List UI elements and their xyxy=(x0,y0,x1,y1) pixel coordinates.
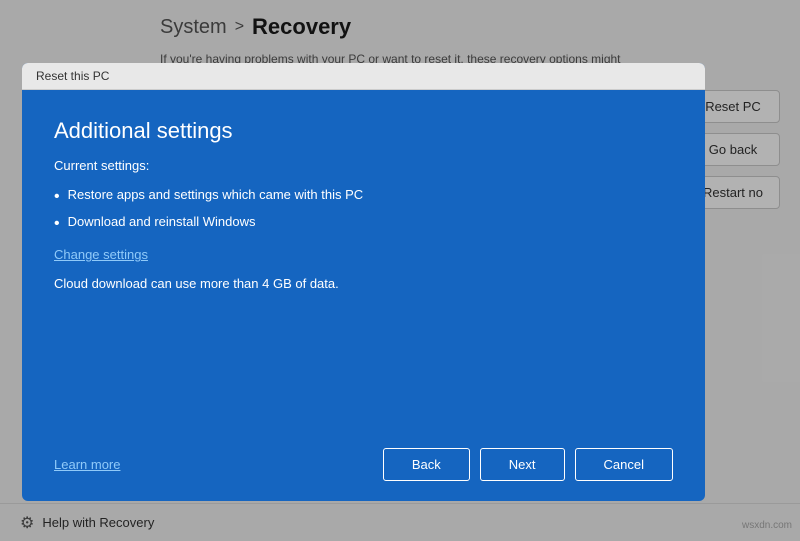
list-item-download: Download and reinstall Windows xyxy=(54,214,673,233)
dialog-titlebar: Reset this PC xyxy=(22,63,705,90)
dialog-title: Additional settings xyxy=(54,118,673,144)
cancel-button[interactable]: Cancel xyxy=(575,448,673,481)
list-item-download-text: Download and reinstall Windows xyxy=(68,214,256,229)
change-settings-link[interactable]: Change settings xyxy=(54,247,673,262)
list-item-restore: Restore apps and settings which came wit… xyxy=(54,187,673,206)
footer-buttons: Back Next Cancel xyxy=(383,448,673,481)
settings-list: Restore apps and settings which came wit… xyxy=(54,187,673,233)
cloud-note: Cloud download can use more than 4 GB of… xyxy=(54,276,673,291)
list-item-restore-text: Restore apps and settings which came wit… xyxy=(68,187,364,202)
dialog-footer: Learn more Back Next Cancel xyxy=(22,432,705,501)
back-button[interactable]: Back xyxy=(383,448,470,481)
current-settings-label: Current settings: xyxy=(54,158,673,173)
dialog-body: Additional settings Current settings: Re… xyxy=(22,90,705,432)
additional-settings-dialog: Reset this PC Additional settings Curren… xyxy=(22,63,705,501)
learn-more-link[interactable]: Learn more xyxy=(54,457,120,472)
next-button[interactable]: Next xyxy=(480,448,565,481)
